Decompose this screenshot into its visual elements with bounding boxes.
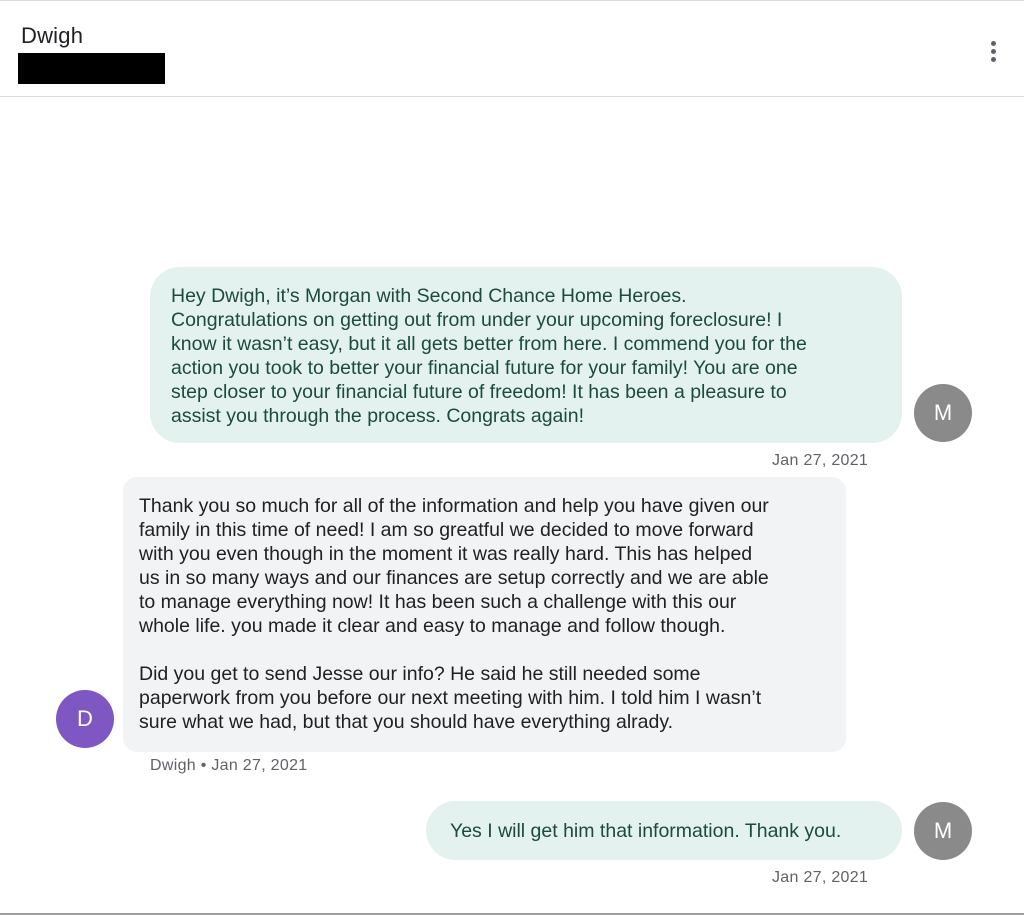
- redacted-phone-number: [18, 53, 165, 84]
- conversation-header: Dwigh: [0, 1, 1024, 97]
- contact-name: Dwigh: [21, 23, 84, 48]
- more-options-dot: [990, 48, 996, 54]
- conversation-window: Dwigh Hey Dwigh, it’s Morgan with Second…: [0, 0, 1024, 915]
- message-timestamp: Jan 27, 2021: [772, 869, 869, 886]
- more-options-icon[interactable]: [980, 37, 1006, 65]
- outgoing-message-bubble[interactable]: Hey Dwigh, it’s Morgan with Second Chanc…: [150, 267, 902, 443]
- more-options-dot: [990, 40, 996, 46]
- outgoing-message-bubble[interactable]: Yes I will get him that information. Tha…: [426, 801, 902, 860]
- message-timestamp: Jan 27, 2021: [772, 452, 869, 469]
- more-options-dot: [990, 56, 996, 62]
- contact-avatar[interactable]: D: [56, 690, 114, 748]
- message-sender-timestamp: Dwigh • Jan 27, 2021: [150, 757, 308, 774]
- incoming-message-bubble[interactable]: Thank you so much for all of the informa…: [123, 477, 846, 752]
- my-avatar: M: [914, 802, 972, 860]
- my-avatar: M: [914, 384, 972, 442]
